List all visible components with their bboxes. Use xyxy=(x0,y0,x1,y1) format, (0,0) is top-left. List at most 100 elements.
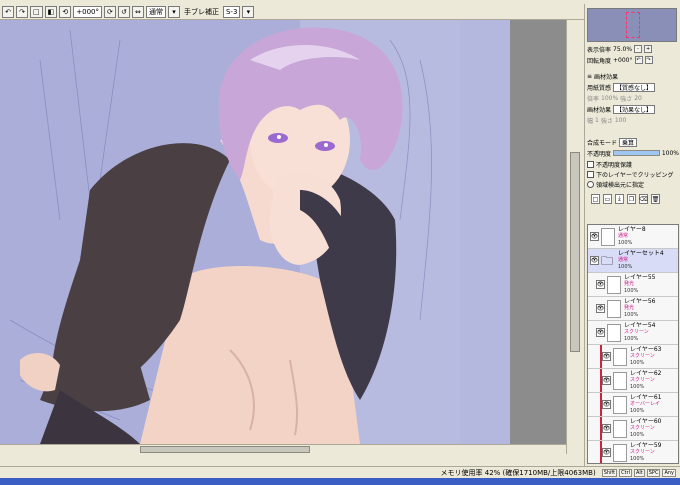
effect-strength-value[interactable]: 100 xyxy=(615,117,626,124)
invert-icon[interactable]: ◧ xyxy=(44,5,58,18)
opacity-value: 100% xyxy=(661,149,679,157)
layer-toolbar: □ ▭ ⤓ ❐ ⌫ 🗑 xyxy=(591,194,660,204)
layer-name: レイヤー54 xyxy=(624,322,656,329)
layer-row[interactable]: 👁 レイヤー60 スクリーン 100% xyxy=(588,417,678,441)
clear-layer-icon[interactable]: ⌫ xyxy=(639,194,648,204)
merge-down-icon[interactable]: ⤓ xyxy=(615,194,624,204)
eye-icon[interactable]: 👁 xyxy=(602,376,611,385)
zoom-in-icon[interactable]: + xyxy=(644,45,653,53)
layer-thumbnail xyxy=(613,347,627,366)
stabilizer-select[interactable]: S-3 xyxy=(222,5,241,18)
clipping-indicator xyxy=(600,441,602,463)
layer-row[interactable]: 👁 レイヤー54 スクリーン 100% xyxy=(588,321,678,345)
selection-source-radio[interactable] xyxy=(587,180,594,188)
horizontal-scrollbar[interactable] xyxy=(0,444,566,454)
eye-icon[interactable]: 👁 xyxy=(602,424,611,433)
chevron-down-icon[interactable]: ▾ xyxy=(242,5,255,18)
preserve-opacity-label: 不透明度保護 xyxy=(596,161,633,169)
rotate-left-icon[interactable]: ↶ xyxy=(634,56,643,64)
layer-name: レイヤー60 xyxy=(630,418,662,425)
eye-icon[interactable]: 👁 xyxy=(596,328,605,337)
layer-opacity: 100% xyxy=(618,264,633,270)
opacity-row: 不透明度 100% xyxy=(587,148,679,158)
flip-icon[interactable]: ⇔ xyxy=(131,5,144,18)
menu-icon: ≡ xyxy=(587,72,593,80)
right-panel: 表示倍率 75.0% - + 回転角度 +000° ↶ ↷ ≡ 画材効果 用紙質… xyxy=(584,4,680,466)
texture-strength-value[interactable]: 20 xyxy=(634,95,642,102)
layer-list[interactable]: 👁 レイヤー8 通常 100% 👁 🗀 レイヤーセット4 通常 100% 👁 レイヤー55 発光 100… xyxy=(587,224,679,464)
layer-opacity: 100% xyxy=(630,360,645,366)
layer-row[interactable]: 👁 レイヤー56 発光 100% xyxy=(588,297,678,321)
eye-icon[interactable]: 👁 xyxy=(596,280,605,289)
layer-thumbnail xyxy=(601,227,615,246)
layer-thumbnail xyxy=(613,395,627,414)
clipping-row: 下のレイヤーでクリッピング xyxy=(587,169,679,179)
texture-scale-label: 倍率 xyxy=(587,95,600,103)
copy-layer-icon[interactable]: ❐ xyxy=(627,194,636,204)
layer-mode: スクリーン xyxy=(624,329,649,335)
effect-strength-label: 強さ xyxy=(600,117,613,125)
effect-width-label: 幅 xyxy=(587,117,594,125)
layer-blend-select[interactable]: 乗算 xyxy=(619,137,638,147)
drawing-canvas[interactable] xyxy=(0,20,566,444)
blend-mode-select[interactable]: 通常 xyxy=(145,5,166,18)
rotation-field[interactable]: +000° xyxy=(73,5,102,18)
undo-icon[interactable]: ↶ xyxy=(2,5,14,18)
clipping-checkbox[interactable] xyxy=(587,170,594,178)
texture-params-row: 倍率 100% 強さ 20 xyxy=(587,93,679,103)
layer-opacity: 100% xyxy=(630,432,645,438)
layer-row[interactable]: 👁 レイヤー8 通常 100% xyxy=(588,225,678,249)
layer-row[interactable]: 👁 レイヤー63 スクリーン 100% xyxy=(588,345,678,369)
eye-icon[interactable]: 👁 xyxy=(596,304,605,313)
deselect-icon[interactable]: □ xyxy=(30,5,43,18)
navigator-view-frame[interactable] xyxy=(626,12,640,38)
shift-key-indicator: Shift xyxy=(601,468,618,477)
navigator-preview[interactable] xyxy=(587,8,677,42)
rotate-right-icon[interactable]: ⟳ xyxy=(103,5,116,18)
rotate-right-icon[interactable]: ↷ xyxy=(644,56,653,64)
rotate-left-icon[interactable]: ⟲ xyxy=(59,5,72,18)
preserve-opacity-row: 不透明度保護 xyxy=(587,159,679,169)
new-layer-icon[interactable]: □ xyxy=(591,194,600,204)
redo-icon[interactable]: ↷ xyxy=(16,5,28,18)
angle-row: 回転角度 +000° ↶ ↷ xyxy=(587,55,679,65)
texture-select[interactable]: 【質感なし】 xyxy=(613,82,656,92)
layer-opacity: 100% xyxy=(624,312,639,318)
preserve-opacity-checkbox[interactable] xyxy=(587,160,594,168)
horizontal-scroll-thumb[interactable] xyxy=(140,446,310,453)
eye-icon[interactable]: 👁 xyxy=(602,448,611,457)
vertical-scroll-thumb[interactable] xyxy=(570,152,580,352)
trash-icon[interactable]: 🗑 xyxy=(651,194,660,204)
layer-mode: オーバーレイ xyxy=(630,401,660,407)
layer-opacity: 100% xyxy=(624,288,639,294)
opacity-slider[interactable] xyxy=(613,150,660,156)
layer-row[interactable]: 👁 レイヤー61 オーバーレイ 100% xyxy=(588,393,678,417)
effect-width-value[interactable]: 1 xyxy=(595,117,599,124)
layer-row[interactable]: 👁 レイヤー55 発光 100% xyxy=(588,273,678,297)
dropdown-icon[interactable]: ▾ xyxy=(167,5,180,18)
layer-row[interactable]: 👁 レイヤー59 スクリーン 100% xyxy=(588,441,678,463)
alt-key-indicator: Alt xyxy=(633,468,645,477)
eye-icon[interactable]: 👁 xyxy=(602,400,611,409)
reset-rotation-icon[interactable]: ↺ xyxy=(117,5,130,18)
new-folder-icon[interactable]: ▭ xyxy=(603,194,612,204)
eye-icon[interactable]: 👁 xyxy=(590,256,599,265)
effect-select[interactable]: 【効果なし】 xyxy=(613,104,656,114)
folder-icon: 🗀 xyxy=(601,253,614,268)
zoom-value: 75.0% xyxy=(613,45,633,53)
eye-icon[interactable]: 👁 xyxy=(602,352,611,361)
layer-name: レイヤー56 xyxy=(624,298,656,305)
eye-icon[interactable]: 👁 xyxy=(590,232,599,241)
layer-name: レイヤー59 xyxy=(630,442,662,449)
selection-source-row: 領域検出元に指定 xyxy=(587,179,679,189)
layer-mode: 発光 xyxy=(624,281,635,287)
layer-name: レイヤーセット4 xyxy=(618,250,664,257)
layer-row[interactable]: 👁 レイヤー62 スクリーン 100% xyxy=(588,369,678,393)
layer-name: レイヤー8 xyxy=(618,226,646,233)
stabilizer-label: 手ブレ補正 xyxy=(183,7,219,16)
layer-folder-row[interactable]: 👁 🗀 レイヤーセット4 通常 100% xyxy=(588,249,678,273)
texture-strength-label: 強さ xyxy=(620,95,633,103)
vertical-scrollbar[interactable] xyxy=(566,20,584,454)
zoom-out-icon[interactable]: - xyxy=(634,45,643,53)
texture-scale-value[interactable]: 100% xyxy=(601,95,618,102)
